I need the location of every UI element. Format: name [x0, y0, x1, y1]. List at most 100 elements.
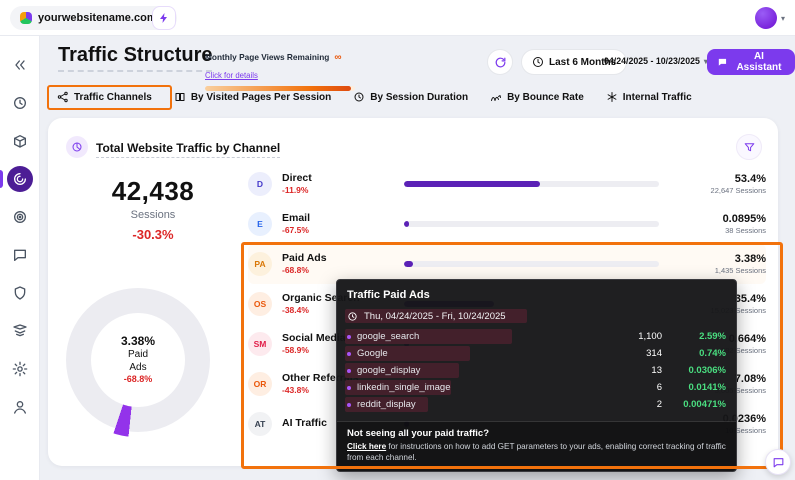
channel-percent: 0.0895%	[659, 212, 766, 226]
topbar: yourwebsitename.com ▾ ▾	[0, 0, 795, 36]
tooltip-row: google_search 1,100 2.59%	[347, 328, 726, 345]
monthly-views-widget: Monthly Page Views Remaining∞ Click for …	[205, 47, 363, 91]
bullet-icon	[347, 386, 351, 390]
channel-stats: 53.4% 22,647 Sessions	[659, 172, 766, 196]
clock-icon	[353, 91, 365, 103]
chat-icon	[717, 56, 728, 68]
channel-badge: D	[248, 172, 272, 196]
products-icon[interactable]	[7, 128, 33, 154]
channel-badge: OS	[248, 292, 272, 316]
channel-bar-fill	[404, 181, 540, 187]
channel-name: Paid Ads	[282, 252, 404, 266]
channel-row[interactable]: PA Paid Ads -68.8% 3.38% 1,435 Sessions	[248, 244, 766, 284]
asterisk-icon	[606, 91, 618, 103]
sidebar-item-traffic-structure[interactable]	[7, 166, 33, 192]
ai-assistant-button[interactable]: AI Assistant	[707, 49, 795, 75]
bolt-icon	[158, 12, 170, 24]
channel-name: Email	[282, 212, 404, 226]
channel-change: -68.8%	[282, 265, 404, 276]
tab-label: By Bounce Rate	[507, 92, 584, 103]
site-logo-icon	[20, 12, 32, 24]
account-menu[interactable]: ▾	[755, 7, 785, 29]
filter-button[interactable]	[736, 134, 762, 160]
channel-change: -11.9%	[282, 185, 404, 196]
tab-bounce-rate[interactable]: By Bounce Rate	[490, 91, 584, 103]
paid-ads-tooltip: Traffic Paid Ads Thu, 04/24/2025 - Fri, …	[336, 279, 737, 472]
date-range-selector[interactable]: 04/24/2025 - 10/23/2025 ▾	[604, 56, 708, 66]
channel-row[interactable]: E Email -67.5% 0.0895% 38 Sessions	[248, 204, 766, 244]
tooltip-row-name: Google	[357, 348, 552, 359]
website-domain: yourwebsitename.com	[38, 12, 157, 24]
gear-icon[interactable]	[7, 356, 33, 382]
messages-icon[interactable]	[7, 242, 33, 268]
clock-icon	[532, 56, 544, 68]
network-icon	[57, 91, 69, 103]
collapse-sidebar-icon[interactable]	[7, 52, 33, 78]
channel-percent: 3.38%	[659, 252, 766, 266]
tooltip-row-pct: 0.74%	[662, 348, 726, 359]
user-icon[interactable]	[7, 394, 33, 420]
channel-badge: SM	[248, 332, 272, 356]
tab-label: By Session Duration	[370, 92, 468, 103]
channel-meta: Email -67.5%	[282, 212, 404, 237]
card-title: Total Website Traffic by Channel	[96, 141, 280, 158]
tab-label: Internal Traffic	[623, 92, 692, 103]
tooltip-row: reddit_display 2 0.00471%	[347, 396, 726, 413]
tab-session-duration[interactable]: By Session Duration	[353, 91, 468, 103]
channel-sessions: 38 Sessions	[659, 226, 766, 236]
channel-meta: Paid Ads -68.8%	[282, 252, 404, 277]
page-title: Traffic Structure	[58, 44, 212, 72]
channel-badge: E	[248, 212, 272, 236]
goals-icon[interactable]	[7, 204, 33, 230]
channel-stats: 0.0895% 38 Sessions	[659, 212, 766, 236]
tooltip-row-pct: 0.0306%	[662, 365, 726, 376]
clock-icon	[347, 311, 358, 322]
tab-internal-traffic[interactable]: Internal Traffic	[606, 91, 692, 103]
channel-badge: AT	[248, 412, 272, 436]
tooltip-row-name: reddit_display	[357, 399, 552, 410]
chat-launcher-button[interactable]	[765, 449, 791, 475]
donut-center-pct: 3.38%	[121, 334, 155, 349]
tooltip-rows: google_search 1,100 2.59% Google 314 0.7…	[347, 328, 726, 413]
channel-name: Direct	[282, 172, 404, 186]
tooltip-row-pct: 2.59%	[662, 331, 726, 342]
bullet-icon	[347, 352, 351, 356]
shield-icon[interactable]	[7, 280, 33, 306]
channel-sessions: 22,647 Sessions	[659, 186, 766, 196]
tooltip-row-name: google_display	[357, 365, 552, 376]
donut-chart[interactable]: 3.38% Paid Ads -68.8%	[66, 288, 210, 432]
tooltip-row-value: 6	[552, 382, 662, 393]
channel-meta: Direct -11.9%	[282, 172, 404, 197]
tooltip-row-value: 1,100	[552, 331, 662, 342]
funnels-icon[interactable]	[7, 318, 33, 344]
channel-sessions: 1,435 Sessions	[659, 266, 766, 276]
totals-block: 42,438 Sessions -30.3%	[62, 176, 244, 242]
tooltip-title: Traffic Paid Ads	[347, 289, 726, 301]
tab-visited-pages-per-session[interactable]: By Visited Pages Per Session	[174, 91, 331, 103]
total-sessions-label: Sessions	[62, 209, 244, 221]
tab-traffic-channels[interactable]: Traffic Channels	[57, 91, 152, 103]
channel-badge: OR	[248, 372, 272, 396]
channel-row[interactable]: D Direct -11.9% 53.4% 22,647 Sessions	[248, 164, 766, 204]
refresh-button[interactable]	[487, 49, 513, 75]
quick-actions-button[interactable]	[152, 6, 176, 30]
avatar[interactable]	[755, 7, 777, 29]
channel-percent: 53.4%	[659, 172, 766, 186]
monthly-views-details-link[interactable]: Click for details	[205, 71, 258, 80]
donut-center-label1: Paid	[128, 349, 148, 362]
tooltip-row-value: 13	[552, 365, 662, 376]
channel-stats: 3.38% 1,435 Sessions	[659, 252, 766, 276]
tooltip-row-pct: 0.00471%	[662, 399, 726, 410]
tooltip-row-value: 314	[552, 348, 662, 359]
bounce-icon	[490, 91, 502, 103]
tabs: Traffic Channels By Visited Pages Per Se…	[57, 91, 692, 103]
channel-badge: PA	[248, 252, 272, 276]
tab-label: By Visited Pages Per Session	[191, 92, 331, 103]
channel-bar-fill	[404, 261, 413, 267]
dashboard-icon[interactable]	[7, 90, 33, 116]
tooltip-click-here-link[interactable]: Click here	[347, 442, 386, 451]
pie-chart-icon	[66, 136, 88, 158]
channel-bar	[404, 261, 659, 267]
date-range-text: 04/24/2025 - 10/23/2025	[604, 56, 700, 66]
tooltip-footer-title: Not seeing all your paid traffic?	[347, 428, 726, 439]
